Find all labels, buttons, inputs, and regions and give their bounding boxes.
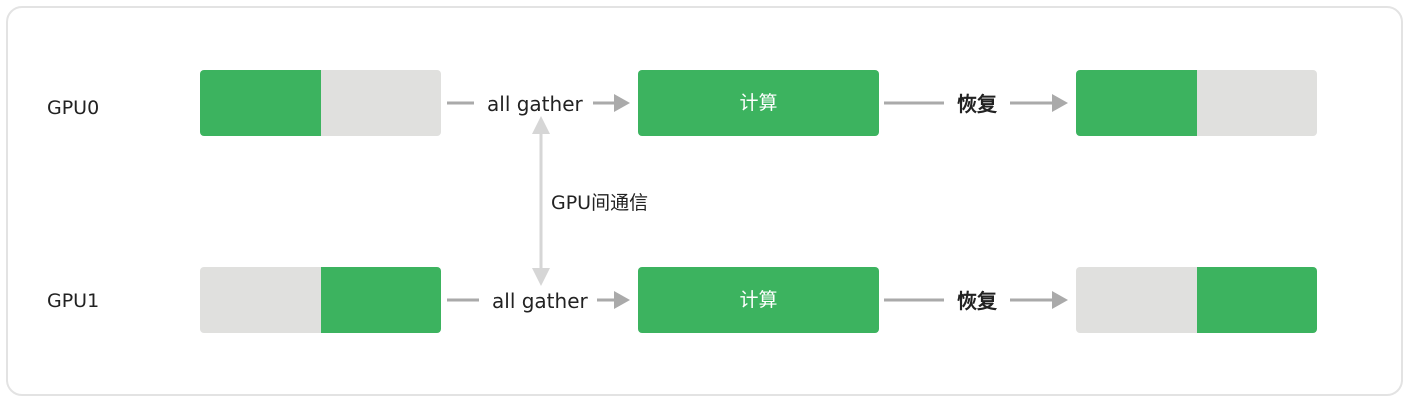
- input-shard-gpu1-0: [200, 267, 321, 333]
- restore-label-gpu1: 恢复: [957, 289, 997, 313]
- gather-arrow-gpu0-head: [614, 94, 630, 112]
- input-shard-gpu1-1: [321, 267, 441, 333]
- input-tensor-gpu1: [200, 267, 441, 333]
- arrow-layer: [447, 94, 1068, 309]
- all-gather-label-gpu1: all gather: [492, 289, 588, 313]
- sharded-compute-diagram: GPU0 all gather 计算 恢复 GPU间通信 GPU1 all ga…: [0, 0, 1409, 400]
- output-tensor-gpu0: [1076, 70, 1317, 136]
- restore-arrow-gpu0-head: [1052, 94, 1068, 112]
- gpu-communication-arrow-head-down: [532, 268, 550, 286]
- output-tensor-gpu1: [1076, 267, 1317, 333]
- gpu-label-0: GPU0: [47, 97, 100, 119]
- compute-label-gpu1: 计算: [739, 289, 778, 311]
- input-shard-gpu0-0: [200, 70, 321, 136]
- output-shard-gpu0-0: [1076, 70, 1197, 136]
- output-shard-gpu1-1: [1197, 267, 1317, 333]
- restore-arrow-gpu1-head: [1052, 291, 1068, 309]
- gather-arrow-gpu1-head: [614, 291, 630, 309]
- compute-label-gpu0: 计算: [739, 92, 778, 114]
- restore-label-gpu0: 恢复: [957, 92, 997, 116]
- all-gather-label-gpu0: all gather: [487, 92, 583, 116]
- gpu-label-1: GPU1: [47, 290, 100, 312]
- output-shard-gpu1-0: [1076, 267, 1197, 333]
- output-shard-gpu0-1: [1197, 70, 1317, 136]
- input-shard-gpu0-1: [321, 70, 441, 136]
- gpu-communication-label: GPU间通信: [551, 192, 649, 214]
- gpu-communication-arrow-head-up: [532, 116, 550, 134]
- input-tensor-gpu0: [200, 70, 441, 136]
